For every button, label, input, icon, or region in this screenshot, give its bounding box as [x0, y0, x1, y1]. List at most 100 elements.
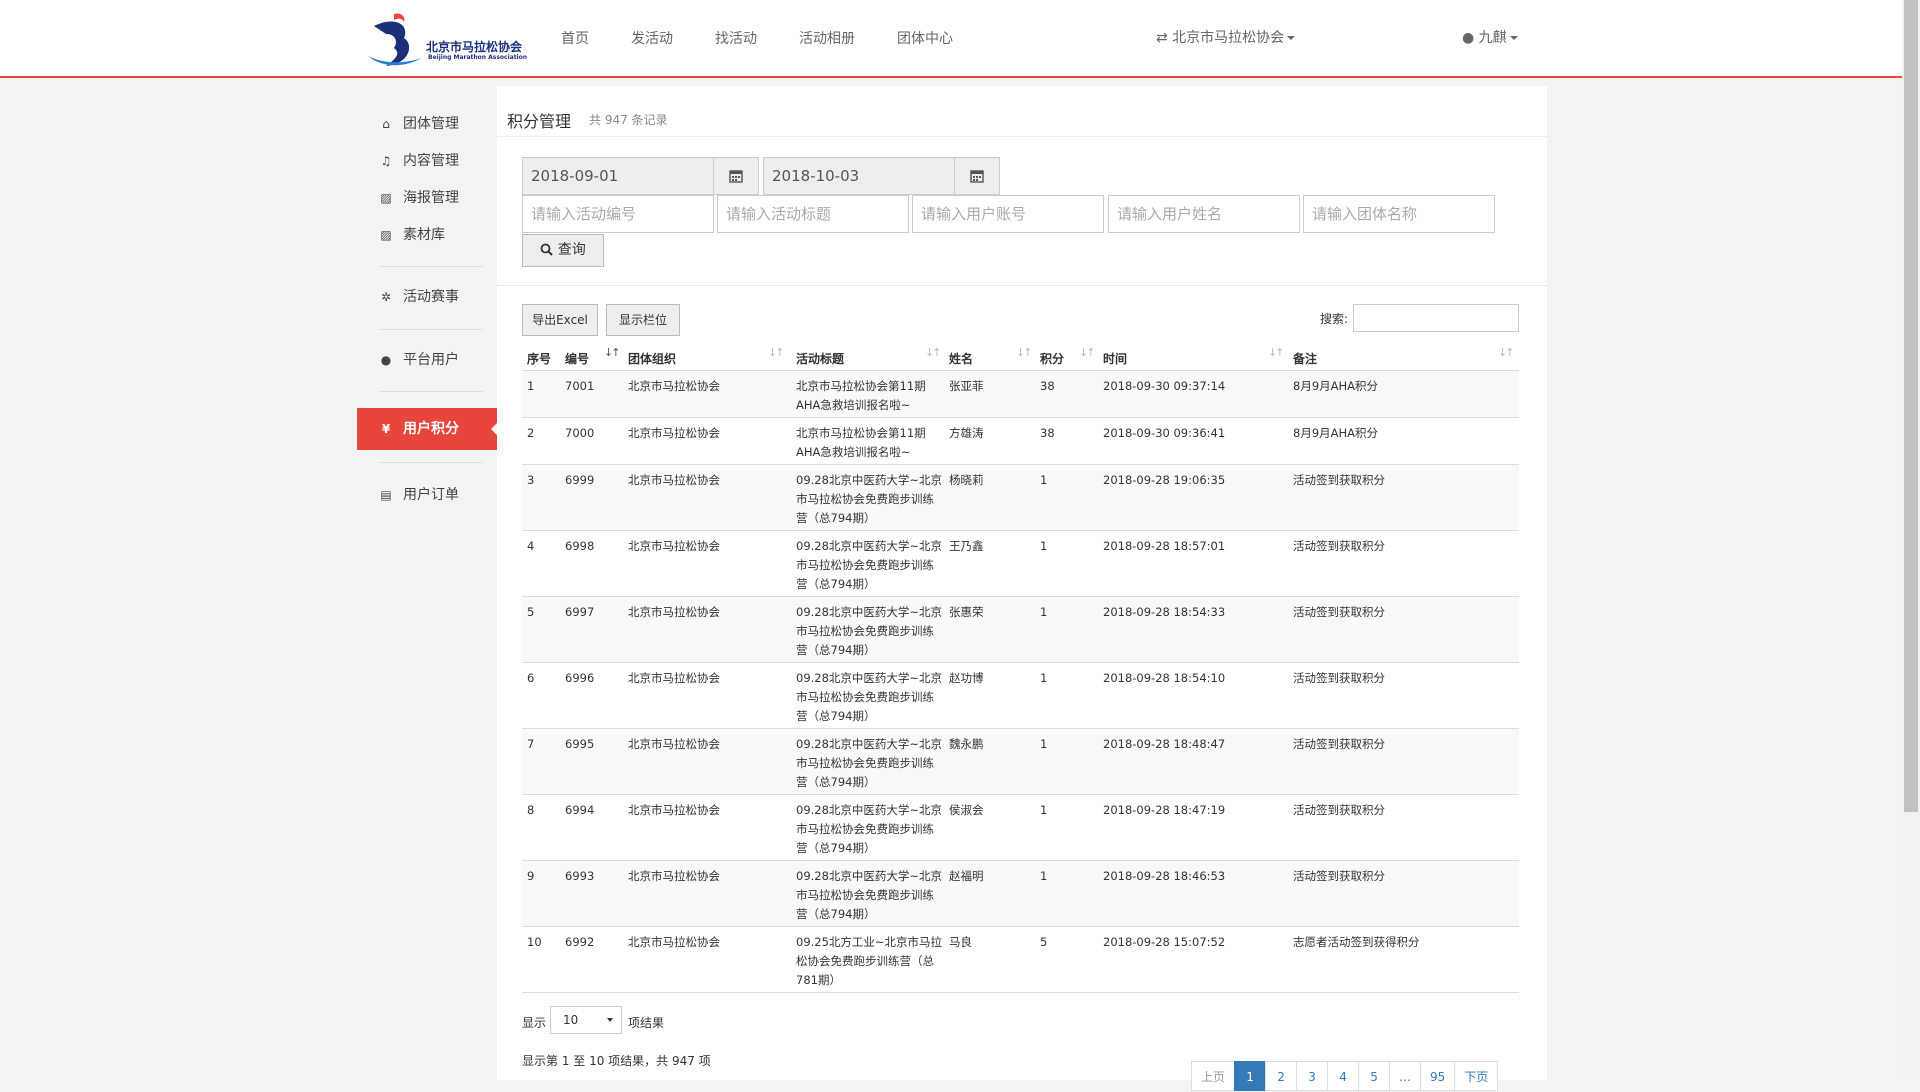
cell-time: 2018-09-28 18:47:19	[1103, 803, 1226, 817]
activity-number-input[interactable]	[522, 195, 714, 233]
cell-title-line: 09.28北京中医药大学~北京	[796, 869, 943, 883]
points-table: 序号 编号 ↓↑ 团体组织 ↓↑ 活动标题 ↓↑ 姓名 ↓↑ 积分 ↓↑ 时间 …	[522, 341, 1519, 993]
user-account-input[interactable]	[912, 195, 1104, 233]
page-3-button[interactable]: 2	[1265, 1061, 1298, 1091]
cell-name: 张惠荣	[949, 605, 984, 619]
page-4-button[interactable]: 3	[1296, 1061, 1329, 1091]
sort-icon[interactable]: ↓↑	[1079, 346, 1096, 359]
nav-publish-activity[interactable]: 发活动	[610, 0, 694, 78]
cell-id: 7001	[565, 379, 595, 393]
cell-title-line: 09.28北京中医药大学~北京	[796, 803, 943, 817]
sort-desc-icon[interactable]: ↓↑	[604, 346, 621, 359]
table-header-row: 序号 编号 ↓↑ 团体组织 ↓↑ 活动标题 ↓↑ 姓名 ↓↑ 积分 ↓↑ 时间 …	[522, 341, 1519, 371]
cell-points: 1	[1040, 539, 1048, 553]
query-button[interactable]: 查询	[522, 234, 604, 267]
page-length-label: 显示	[522, 1016, 547, 1030]
column-header-points[interactable]: 积分	[1040, 350, 1064, 367]
column-header-title[interactable]: 活动标题	[796, 350, 844, 367]
cell-title: 09.28北京中医药大学~北京 市马拉松协会免费跑步训练 营（总794期）	[796, 867, 946, 924]
cell-title: 09.28北京中医药大学~北京 市马拉松协会免费跑步训练 营（总794期）	[796, 801, 946, 858]
page-5-button[interactable]: 4	[1327, 1061, 1360, 1091]
cell-id: 6997	[565, 605, 595, 619]
cell-name: 王乃鑫	[949, 539, 984, 553]
column-header-seq: 序号	[527, 352, 552, 366]
user-menu-dropdown[interactable]: ● 九麒	[1462, 0, 1518, 76]
sidebar-item-poster-management[interactable]: ▨ 海报管理	[357, 178, 497, 218]
sort-icon[interactable]: ↓↑	[1016, 346, 1033, 359]
gear-icon: ✲	[380, 290, 392, 304]
sidebar-item-platform-users[interactable]: ● 平台用户	[357, 340, 497, 380]
cell-title-line: 营（总794期）	[796, 643, 876, 657]
export-excel-button[interactable]: 导出Excel	[522, 304, 598, 336]
prev-page-button[interactable]: 上页	[1191, 1061, 1236, 1091]
cell-title: 09.28北京中医药大学~北京 市马拉松协会免费跑步训练 营（总794期）	[796, 603, 946, 660]
end-date-field[interactable]	[763, 157, 955, 195]
sidebar-item-content-management[interactable]: ♫ 内容管理	[357, 141, 497, 181]
next-page-button[interactable]: 下页	[1454, 1061, 1499, 1091]
yen-icon: ¥	[381, 422, 391, 436]
activity-title-input[interactable]	[717, 195, 909, 233]
logo-mark-icon	[368, 13, 422, 66]
cell-note: 活动签到获取积分	[1293, 605, 1385, 619]
sidebar-item-group-management[interactable]: ⌂ 团体管理	[357, 104, 497, 144]
record-count: 共 947 条记录	[589, 113, 668, 127]
nav-activity-album[interactable]: 活动相册	[778, 0, 876, 78]
column-header-name[interactable]: 姓名	[949, 350, 973, 367]
cell-name: 马良	[949, 935, 972, 949]
page-scrollbar[interactable]	[1902, 0, 1920, 1080]
page-length-value: 10	[563, 1013, 579, 1027]
user-name-input[interactable]	[1108, 195, 1300, 233]
cell-note: 活动签到获取积分	[1293, 473, 1385, 487]
column-header-org[interactable]: 团体组织	[628, 350, 676, 367]
table-body: 1 7001 北京市马拉松协会 北京市马拉松协会第11期 AHA急救培训报名啦~ 张亚菲 3…	[522, 371, 1519, 993]
cell-title-line: 北京市马拉松协会第11期	[796, 426, 926, 440]
sidebar-item-material-library[interactable]: ▨ 素材库	[357, 215, 497, 255]
sort-icon[interactable]: ↓↑	[768, 346, 785, 359]
image-icon: ▨	[380, 191, 392, 205]
sort-icon[interactable]: ↓↑	[1498, 346, 1515, 359]
cell-org: 北京市马拉松协会	[628, 671, 720, 685]
start-date-field[interactable]	[522, 157, 714, 195]
sort-icon[interactable]: ↓↑	[1268, 346, 1285, 359]
org-switch-dropdown[interactable]: ⇄ 北京市马拉松协会	[1156, 0, 1296, 76]
column-header-time[interactable]: 时间	[1103, 350, 1127, 367]
column-header-id[interactable]: 编号	[565, 350, 589, 367]
cell-seq: 9	[527, 869, 535, 883]
cell-time: 2018-09-28 15:07:52	[1103, 935, 1226, 949]
table-search-input[interactable]	[1353, 304, 1519, 332]
nav-home[interactable]: 首页	[540, 0, 610, 78]
sidebar-item-label: 用户积分	[403, 421, 459, 437]
cell-title-line: 北京市马拉松协会第11期	[796, 379, 926, 393]
table-row: 9 6993 北京市马拉松协会 09.28北京中医药大学~北京 市马拉松协会免费跑步训练…	[522, 861, 1519, 927]
page-length-select[interactable]: 10	[550, 1006, 622, 1034]
sort-icon[interactable]: ↓↑	[925, 346, 942, 359]
sidebar-item-user-points[interactable]: ¥ 用户积分	[357, 408, 497, 450]
cell-title-line: 营（总794期）	[796, 577, 876, 591]
sidebar-divider	[379, 329, 483, 330]
cell-id: 6993	[565, 869, 595, 883]
pagination: 上页 1 2 3 4 5… 95 下页	[1191, 1061, 1499, 1091]
scrollbar-thumb[interactable]	[1904, 0, 1918, 812]
cell-name: 魏永鹏	[949, 737, 984, 751]
end-date-calendar-button[interactable]	[954, 157, 1000, 195]
group-name-input[interactable]	[1303, 195, 1495, 233]
nav-group-center[interactable]: 团体中心	[876, 0, 974, 78]
page-2-button[interactable]: 1	[1234, 1061, 1267, 1091]
sidebar-divider	[379, 391, 483, 392]
column-visibility-button[interactable]: 显示栏位	[606, 304, 680, 336]
sidebar-item-activity-events[interactable]: ✲ 活动赛事	[357, 277, 497, 317]
cell-time: 2018-09-28 18:48:47	[1103, 737, 1226, 751]
page-6-button[interactable]: 5	[1358, 1061, 1391, 1091]
cell-points: 38	[1040, 379, 1055, 393]
column-header-note[interactable]: 备注	[1293, 350, 1317, 367]
cell-title-line: 09.28北京中医药大学~北京	[796, 605, 943, 619]
sidebar-item-user-orders[interactable]: ▤ 用户订单	[357, 475, 497, 515]
start-date-calendar-button[interactable]	[713, 157, 759, 195]
cell-org: 北京市马拉松协会	[628, 539, 720, 553]
cell-points: 1	[1040, 605, 1048, 619]
page-8-button[interactable]: 95	[1420, 1061, 1456, 1091]
cell-title-line: 市马拉松协会免费跑步训练	[796, 822, 934, 836]
cell-name: 方雄涛	[949, 426, 984, 440]
nav-find-activity[interactable]: 找活动	[694, 0, 778, 78]
logo[interactable]: 北京市马拉松协会 Beijing Marathon Association	[364, 10, 534, 72]
